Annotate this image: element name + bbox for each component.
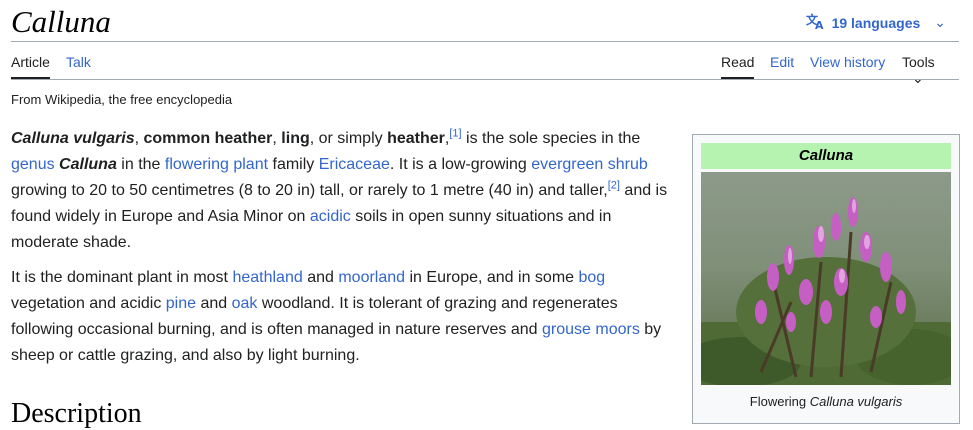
paragraph-intro: Calluna vulgaris, common heather, ling, … [11,126,676,256]
link-ericaceae[interactable]: Ericaceae [319,156,390,173]
italic-term: Calluna [59,156,117,173]
tab-view-history[interactable]: View history [810,54,885,70]
infobox: Calluna Flowering Calluna vulgaris [692,134,960,424]
link-grouse-moors[interactable]: grouse moors [542,321,640,338]
link-acidic[interactable]: acidic [310,208,351,225]
text: is the sole species in the [461,130,641,147]
caption-text: Flowering [749,394,810,409]
bold-term: ling [281,130,310,147]
article-body: Calluna vulgaris, common heather, ling, … [11,126,676,378]
text: , [272,130,282,147]
chevron-down-icon: ⌄ [934,14,946,30]
tab-article[interactable]: Article [11,54,50,79]
link-bog[interactable]: bog [578,269,605,286]
link-genus[interactable]: genus [11,156,55,173]
language-button[interactable]: 文 A 19 languages ⌄ [806,12,946,33]
page-title: Calluna [11,4,111,39]
tab-read[interactable]: Read [721,54,755,79]
reference-link[interactable]: [2] [608,180,620,192]
text: It is the dominant plant in most [11,269,233,286]
link-oak[interactable]: oak [232,295,258,312]
link-evergreen-shrub[interactable]: evergreen shrub [531,156,648,173]
text: , or simply [309,130,388,147]
page-tabs: Article Talk Read Edit View history Tool… [11,42,959,86]
translate-icon: 文 A [806,12,826,33]
text: in Europe, and in some [405,269,579,286]
link-pine[interactable]: pine [166,295,196,312]
tab-edit[interactable]: Edit [770,54,794,70]
caption-species: Calluna vulgaris [809,394,903,409]
text: vegetation and acidic [11,295,166,312]
section-heading: Description [11,398,142,429]
infobox-title: Calluna [701,143,951,169]
bold-term: heather [387,130,445,147]
paragraph-distribution: It is the dominant plant in most heathla… [11,265,676,369]
text: growing to 20 to 50 centimetres (8 to 20… [11,182,608,199]
infobox-caption: Flowering Calluna vulgaris [693,394,959,409]
text: family [268,156,319,173]
link-flowering-plant[interactable]: flowering plant [165,156,268,173]
link-moorland[interactable]: moorland [338,269,405,286]
text: and [196,295,232,312]
text: in the [116,156,165,173]
bold-term: common heather [143,130,273,147]
tabs-divider [11,79,959,80]
tab-tools[interactable]: Tools ⌄ [902,54,959,87]
link-heathland[interactable]: heathland [232,269,302,286]
chevron-down-icon: ⌄ [912,70,924,86]
text: . It is a low-growing [389,156,532,173]
site-tagline: From Wikipedia, the free encyclopedia [11,92,233,107]
tab-talk[interactable]: Talk [66,54,91,70]
text: and [302,269,339,286]
tools-label: Tools [902,54,935,70]
bold-term: Calluna vulgaris [11,130,135,147]
language-label: 19 languages [831,14,921,31]
reference-link[interactable]: [1] [449,128,461,140]
svg-text:A: A [815,19,824,30]
heather-photo[interactable] [701,172,951,385]
